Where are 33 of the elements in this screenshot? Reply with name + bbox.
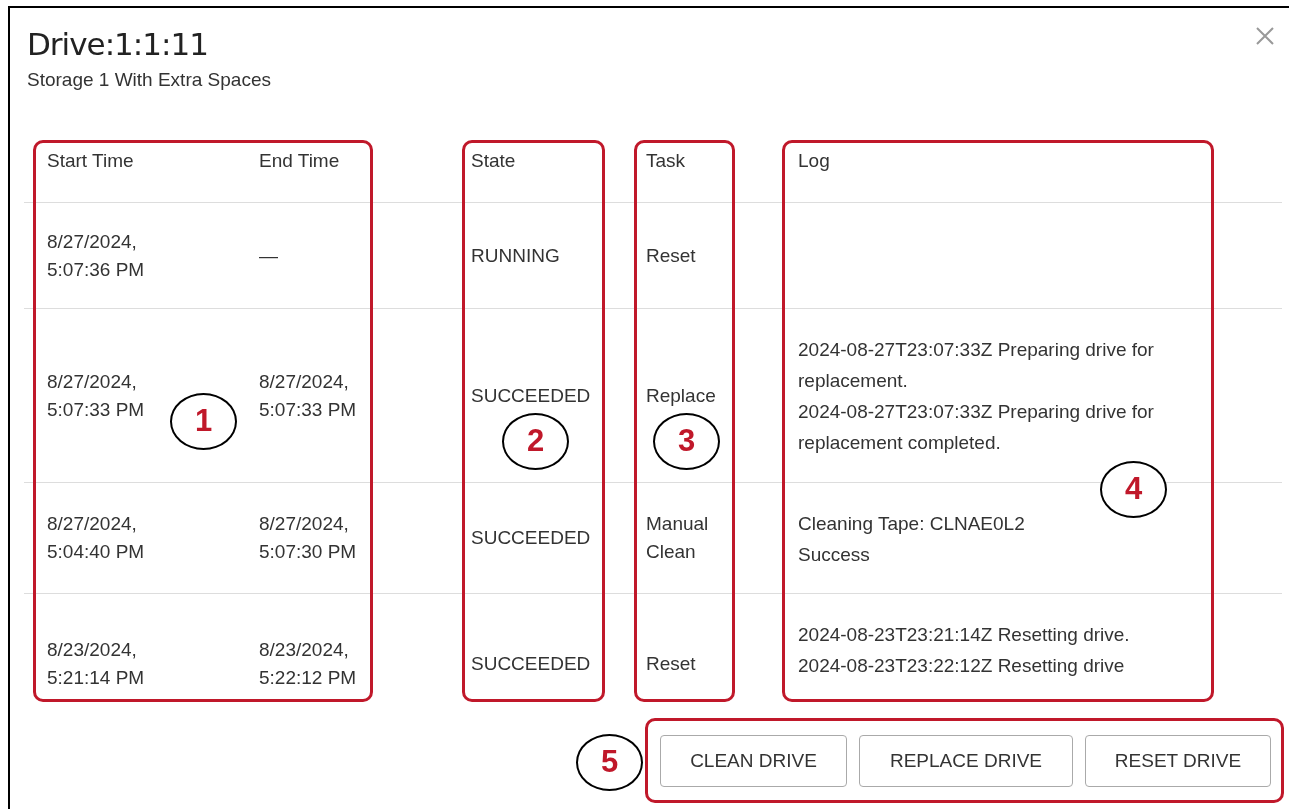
table-cell-text: 8/27/2024, 5:07:36 PM [47,229,146,282]
table-cell-text: SUCCEEDED [471,383,591,408]
table-cell-text: 8/27/2024, 5:07:33 PM [259,369,358,422]
dialog-title: Drive:1:1:11 [27,25,208,64]
close-icon[interactable] [1255,26,1275,46]
table-cell-text: Replace [646,383,717,408]
column-header: Start Time [47,150,134,171]
table-cell-text: — [259,243,279,268]
table-cell-text: 8/27/2024, 5:07:33 PM [47,369,146,422]
column-header: Log [798,150,830,171]
action-button[interactable]: CLEAN DRIVE [660,735,847,787]
log-line: Success [798,543,870,567]
table-cell-text: 8/27/2024, 5:04:40 PM [47,512,146,564]
table-cell-text: SUCCEEDED [471,526,591,550]
log-line: 2024-08-23T23:22:12Z Resetting drive [798,654,1125,678]
log-line: 2024-08-27T23:07:33Z Preparing drive for replacement. [798,338,1155,393]
action-button[interactable]: RESET DRIVE [1085,735,1271,787]
table-cell-text: SUCCEEDED [471,651,591,676]
table-cell-text: Reset [646,243,697,268]
log-line: Cleaning Tape: CLNAE0L2 [798,512,1025,536]
log-line: 2024-08-27T23:07:33Z Preparing drive for replacement completed. [798,400,1155,455]
table-cell-text: 8/23/2024, 5:22:12 PM [259,637,358,690]
action-button[interactable]: REPLACE DRIVE [859,735,1073,787]
table-cell-text: 8/23/2024, 5:21:14 PM [47,637,146,690]
dialog-subtitle: Storage 1 With Extra Spaces [27,68,272,92]
table-cell-text: 8/27/2024, 5:07:30 PM [259,512,358,564]
column-header: State [471,150,516,171]
column-header: Task [646,150,686,171]
table-cell-text: RUNNING [471,243,560,268]
log-line: 2024-08-23T23:21:14Z Resetting drive. [798,623,1130,647]
table-cell-text: Reset [646,651,697,676]
column-header: End Time [259,150,340,171]
table-cell-text: Manual Clean [646,512,710,564]
